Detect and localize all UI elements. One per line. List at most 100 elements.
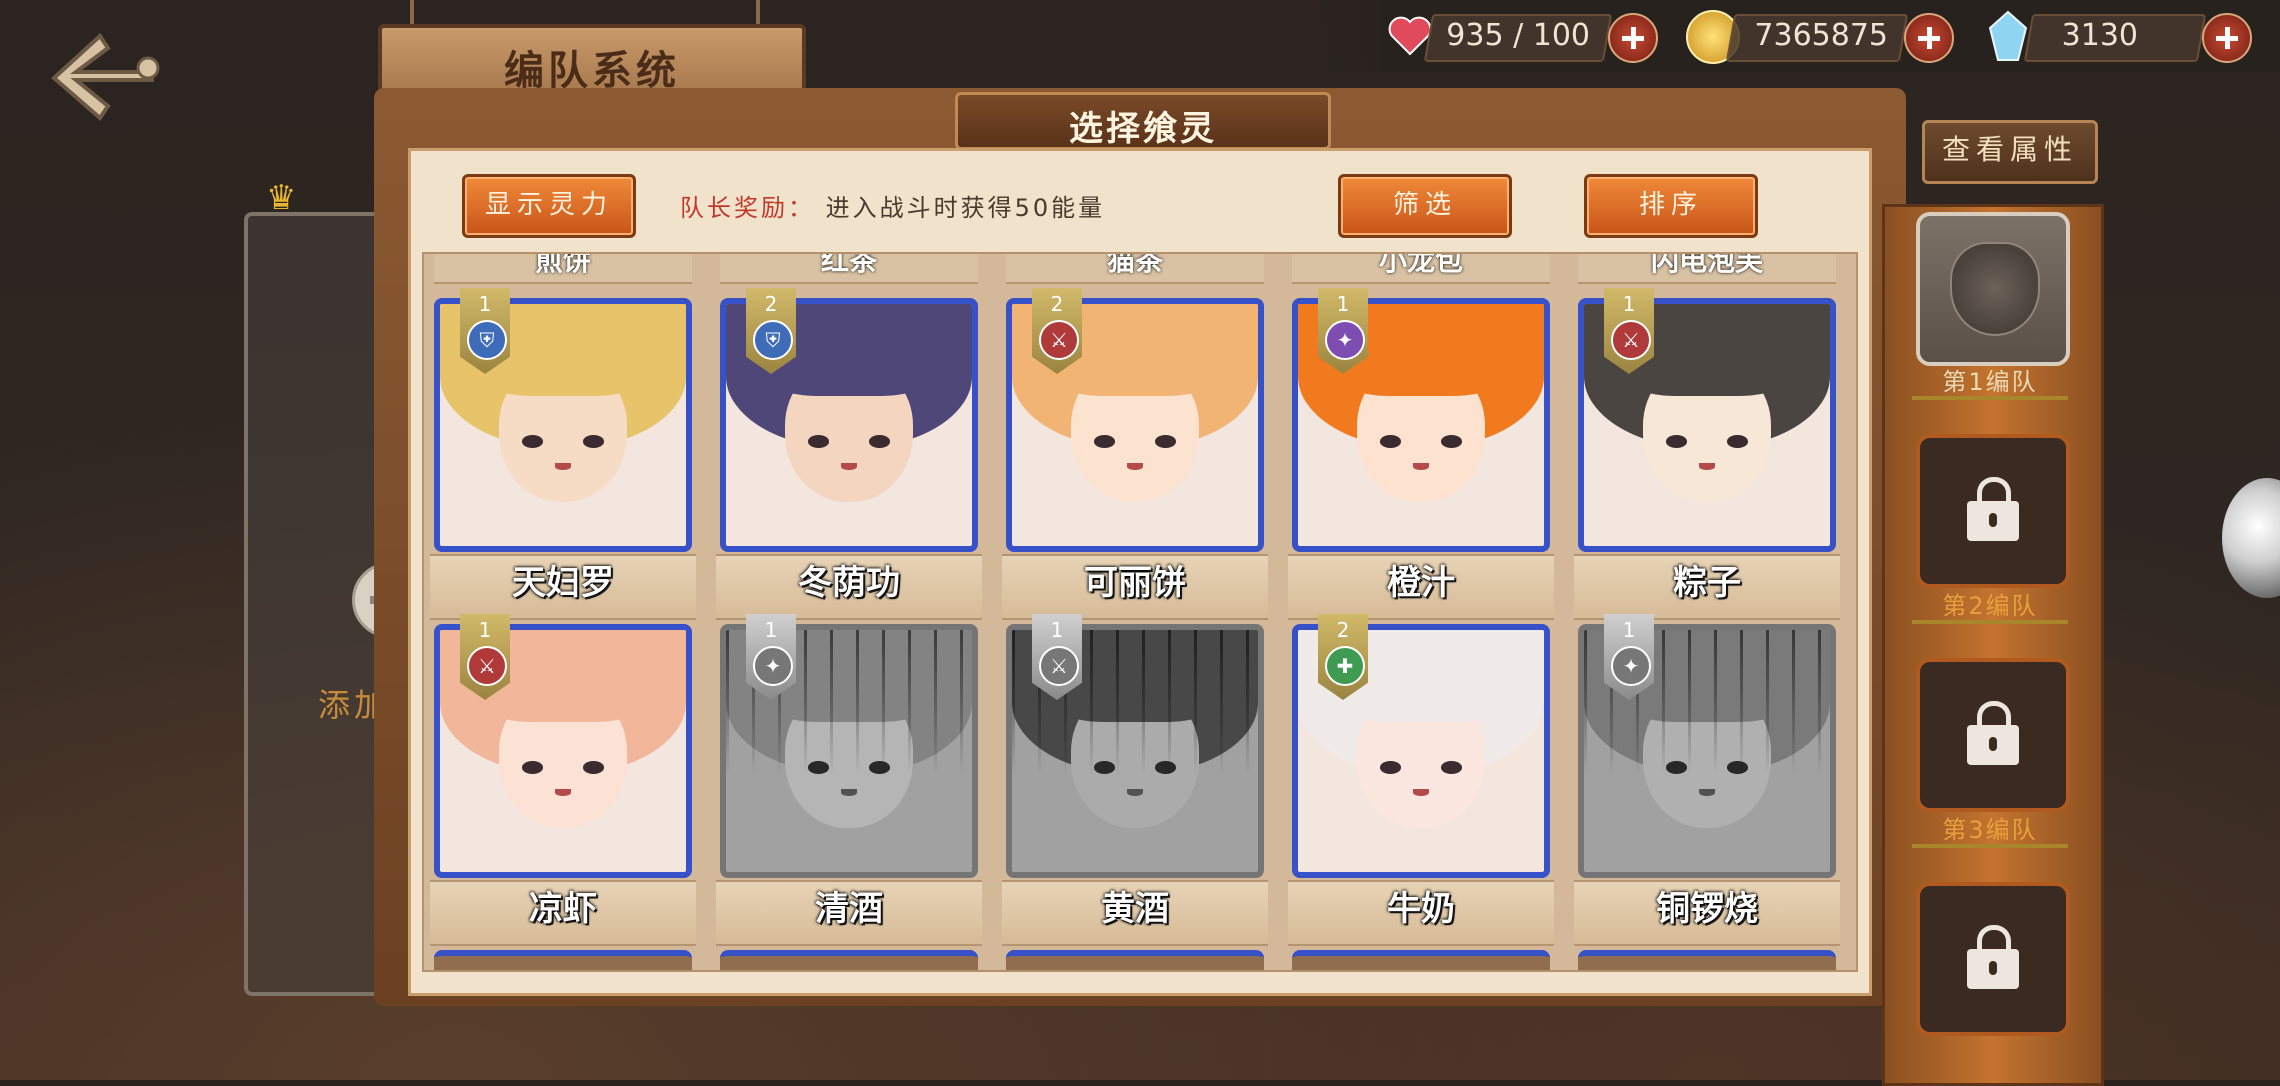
team-emblem-icon — [1950, 242, 2040, 336]
lock-icon — [1967, 925, 2019, 989]
add-stamina-button[interactable] — [1608, 13, 1658, 63]
captain-reward-label: 队长奖励： — [680, 194, 815, 222]
rank-number: 1 — [1050, 618, 1064, 642]
character-name: 清酒 — [815, 889, 883, 929]
character-card[interactable]: 2 ⚔ 可丽饼 — [1002, 288, 1268, 620]
show-power-button[interactable]: 显示灵力 — [462, 174, 636, 238]
gold-value: 7365875 — [1754, 18, 1888, 53]
character-card[interactable]: 1 ⛨ 天妇罗 — [430, 288, 696, 620]
partial-name: 煎饼 — [434, 254, 692, 284]
team-3-label: 第3编队 — [1942, 816, 2038, 844]
stamina-value: 935 / 100 — [1446, 18, 1590, 53]
crystal-value: 3130 — [2061, 18, 2138, 53]
add-gold-button[interactable] — [1904, 13, 1954, 63]
character-card[interactable]: 1 ✦ 铜锣烧 — [1574, 614, 1840, 946]
sword-role-icon: ⚔ — [1039, 646, 1079, 686]
sort-label: 排序 — [1638, 190, 1703, 220]
portrait-eye — [869, 435, 890, 448]
character-card[interactable]: 2 ⛨ 冬荫功 — [716, 288, 982, 620]
sword-role-icon: ⚔ — [1039, 320, 1079, 360]
character-card[interactable]: 1 ✦ 橙汁 — [1288, 288, 1554, 620]
portrait-mouth — [555, 789, 571, 797]
character-card[interactable]: 1 ✦ 清酒 — [716, 614, 982, 946]
portrait-eye — [1727, 435, 1748, 448]
rank-number: 1 — [1622, 292, 1636, 316]
rank-number: 1 — [764, 618, 778, 642]
rank-number: 2 — [1050, 292, 1064, 316]
team-1-label: 第1编队 — [1942, 368, 2038, 396]
portrait-eye — [1441, 435, 1462, 448]
character-name: 黄酒 — [1101, 889, 1169, 929]
captain-reward: 队长奖励： 进入战斗时获得50能量 — [680, 188, 1105, 223]
filter-label: 筛选 — [1392, 190, 1457, 220]
portrait-eye — [583, 761, 604, 774]
sword-role-icon: ⚔ — [467, 646, 507, 686]
panel-title-bar: 选择飨灵 — [955, 92, 1331, 150]
rank-number: 1 — [1622, 618, 1636, 642]
add-crystal-button[interactable] — [2202, 13, 2252, 63]
portrait-eye — [1094, 435, 1115, 448]
partial-name: 红茶 — [720, 254, 978, 284]
team-3-slot[interactable] — [1916, 658, 2070, 812]
partial-name: 猫茶 — [1006, 254, 1264, 284]
team-2-label: 第2编队 — [1942, 592, 2038, 620]
character-grid[interactable]: 煎饼 红茶 猫茶 小龙包 闪电泡芙 1 ⛨ 天妇罗 2 ⛨ 冬荫功 2 ⚔ 可丽饼 1 ✦ 橙汁 1 ⚔ 粽… — [422, 252, 1858, 972]
partial-card — [1006, 950, 1264, 970]
portrait-eye — [583, 435, 604, 448]
portrait-mouth — [555, 463, 571, 471]
character-name: 冬荫功 — [798, 563, 900, 603]
character-name: 牛奶 — [1387, 889, 1455, 929]
lock-icon — [1967, 477, 2019, 541]
character-card[interactable]: 2 ✚ 牛奶 — [1288, 614, 1554, 946]
portrait-mouth — [841, 463, 857, 471]
character-name: 天妇罗 — [512, 563, 614, 603]
character-name: 粽子 — [1673, 563, 1741, 603]
portrait-eye — [1155, 435, 1176, 448]
partial-card — [1292, 950, 1550, 970]
view-attributes-label: 查看属性 — [1941, 133, 2078, 166]
filter-button[interactable]: 筛选 — [1338, 174, 1512, 238]
view-attributes-button[interactable]: 查看属性 — [1922, 120, 2098, 184]
panel-title: 选择飨灵 — [1069, 109, 1217, 149]
rank-number: 1 — [478, 618, 492, 642]
crystal-icon — [1986, 10, 2030, 62]
portrait-eye — [522, 761, 543, 774]
character-name: 铜锣烧 — [1656, 889, 1758, 929]
portrait-eye — [1380, 761, 1401, 774]
character-card[interactable]: 1 ⚔ 黄酒 — [1002, 614, 1268, 946]
portrait-eye — [522, 435, 543, 448]
show-power-label: 显示灵力 — [484, 190, 613, 220]
sort-button[interactable]: 排序 — [1584, 174, 1758, 238]
character-name: 凉虾 — [529, 889, 597, 929]
back-arrow-icon[interactable] — [40, 28, 170, 123]
partial-row-names: 煎饼 红茶 猫茶 小龙包 闪电泡芙 — [424, 254, 1856, 284]
portrait-eye — [1666, 435, 1687, 448]
portrait-mouth — [1413, 463, 1429, 471]
partial-card — [720, 950, 978, 970]
portrait-eye — [808, 435, 829, 448]
character-card[interactable]: 1 ⚔ 凉虾 — [430, 614, 696, 946]
partial-card — [1578, 950, 1836, 970]
sword-role-icon: ⚔ — [1611, 320, 1651, 360]
character-name: 橙汁 — [1387, 563, 1455, 603]
portrait-mouth — [1127, 463, 1143, 471]
team-2-slot[interactable] — [1916, 434, 2070, 588]
portrait-mouth — [1699, 463, 1715, 471]
team-4-slot[interactable] — [1916, 882, 2070, 1036]
partial-name: 闪电泡芙 — [1578, 254, 1836, 284]
rank-number: 1 — [1336, 292, 1350, 316]
shield-role-icon: ⛨ — [467, 320, 507, 360]
character-name: 可丽饼 — [1084, 563, 1186, 603]
star-role-icon: ✦ — [1611, 646, 1651, 686]
star-role-icon: ✦ — [753, 646, 793, 686]
portrait-eye — [1380, 435, 1401, 448]
partial-card — [434, 950, 692, 970]
rank-number: 2 — [764, 292, 778, 316]
team-1-slot[interactable] — [1916, 212, 2070, 366]
rank-number: 1 — [478, 292, 492, 316]
captain-reward-text: 进入战斗时获得50能量 — [825, 194, 1106, 222]
shield-role-icon: ⛨ — [753, 320, 793, 360]
character-card[interactable]: 1 ⚔ 粽子 — [1574, 288, 1840, 620]
star-role-icon: ✦ — [1325, 320, 1365, 360]
partial-name: 小龙包 — [1292, 254, 1550, 284]
